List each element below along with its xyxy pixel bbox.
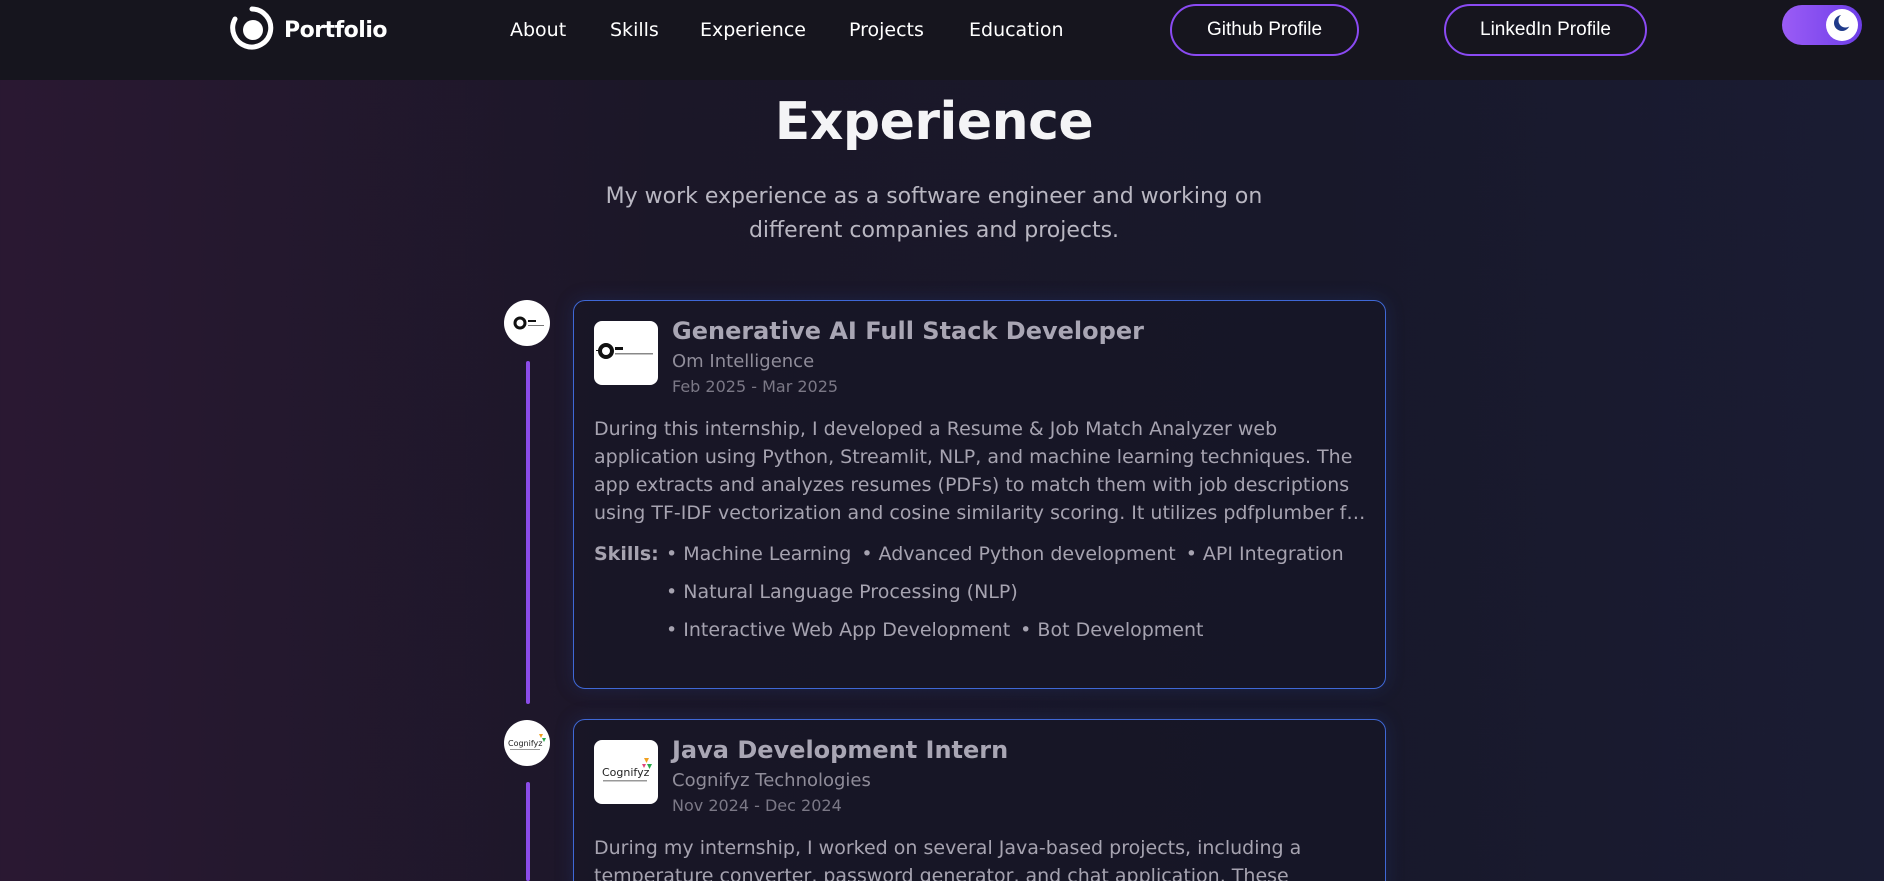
section-title: Experience [774, 92, 1094, 152]
nav-link-experience[interactable]: Experience [700, 14, 806, 46]
om-intelligence-logo-icon [513, 316, 544, 330]
theme-toggle[interactable] [1782, 5, 1862, 45]
portfolio-logo-icon [230, 6, 274, 54]
job-description: During this internship, I developed a Re… [594, 418, 1366, 524]
svg-text:Cognifyz: Cognifyz [602, 766, 650, 779]
company-name: Cognifyz Technologies [672, 770, 871, 791]
job-title: Generative AI Full Stack Developer [672, 317, 1144, 345]
nav-link-education[interactable]: Education [969, 14, 1064, 46]
github-profile-button[interactable]: Github Profile [1170, 4, 1359, 56]
cognifyz-logo-icon: Cognifyz [602, 758, 652, 782]
skill-tag: • Bot Development [1020, 619, 1204, 641]
timeline-dot-cognifyz: Cognifyz [504, 720, 550, 766]
logo-text: Portfolio [284, 17, 388, 43]
nav-link-projects[interactable]: Projects [849, 14, 924, 46]
skills-row: • Interactive Web App Development • Bot … [666, 619, 1203, 641]
skill-tag: • Machine Learning [666, 543, 852, 565]
linkedin-profile-button[interactable]: LinkedIn Profile [1444, 4, 1647, 56]
navbar: Portfolio About Skills Experience Projec… [0, 0, 1884, 80]
timeline-line [526, 782, 530, 881]
skill-tag: • Interactive Web App Development [666, 619, 1011, 641]
skills-label: Skills: [594, 543, 659, 565]
nav-link-about[interactable]: About [510, 14, 566, 46]
om-intelligence-logo-icon [596, 343, 653, 359]
skills-row: • Natural Language Processing (NLP) [666, 581, 1018, 603]
company-logo [594, 321, 658, 385]
timeline-dot-om-intelligence [504, 300, 550, 346]
skill-tag: • Natural Language Processing (NLP) [666, 581, 1018, 603]
job-description: During my internship, I worked on severa… [594, 837, 1302, 881]
moon-icon [1832, 13, 1853, 37]
svg-text:Cognifyz: Cognifyz [508, 739, 542, 748]
experience-card: Cognifyz Java Development Intern Cognify… [573, 719, 1386, 881]
skills-row: • Machine Learning • Advanced Python dev… [666, 543, 1344, 565]
section-subtitle: My work experience as a software enginee… [605, 184, 1263, 243]
job-dates: Feb 2025 - Mar 2025 [672, 377, 839, 396]
job-dates: Nov 2024 - Dec 2024 [672, 796, 842, 815]
job-title: Java Development Intern [672, 736, 1009, 764]
cognifyz-logo-icon: Cognifyz [508, 734, 546, 750]
experience-card: Generative AI Full Stack Developer Om In… [573, 300, 1386, 689]
nav-link-skills[interactable]: Skills [610, 14, 659, 46]
skill-tag: • Advanced Python development [861, 543, 1176, 565]
skill-tag: • API Integration [1185, 543, 1344, 565]
logo[interactable]: Portfolio [230, 6, 388, 54]
theme-toggle-knob [1826, 9, 1858, 41]
timeline-line [526, 361, 530, 704]
company-name: Om Intelligence [672, 351, 815, 372]
company-logo: Cognifyz [594, 740, 658, 804]
